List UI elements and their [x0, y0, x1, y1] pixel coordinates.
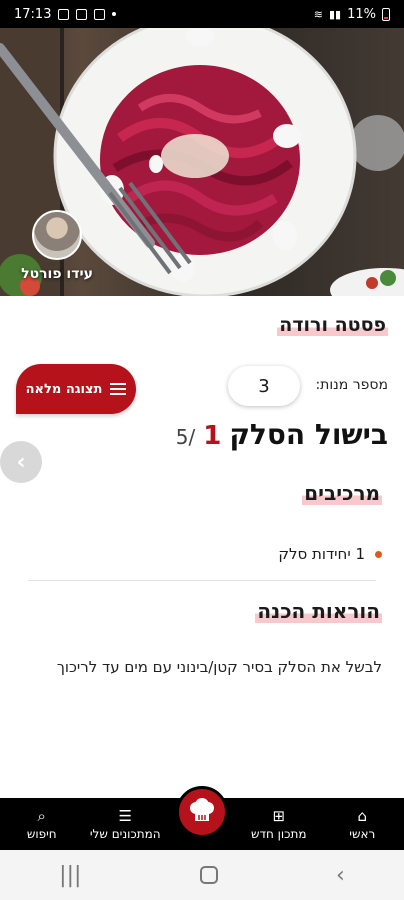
step-header: בישול הסלק 1 /5 [176, 418, 388, 451]
step-total: /5 [175, 425, 196, 449]
author-badge[interactable]: עידו פורטל [12, 210, 102, 282]
home-icon: ⌂ [357, 806, 368, 825]
previous-step-button[interactable]: ‹ [0, 441, 42, 483]
ingredients-title: מרכיבים [302, 481, 382, 505]
recipe-hero-image: עידו פורטל [0, 28, 404, 296]
signal-icon: ▮▮ [328, 7, 342, 21]
section-divider [28, 580, 376, 581]
chevron-left-icon: ‹ [16, 449, 26, 475]
search-icon: ⌕ [37, 806, 46, 825]
app-notification-icon [94, 8, 106, 20]
battery-level: 11% [347, 6, 376, 22]
nav-my-recipes[interactable]: ☰ המתכונים שלי [84, 798, 168, 850]
chef-hat-icon [190, 798, 214, 821]
system-home-icon[interactable] [199, 866, 218, 884]
ingredient-text: 1 יחידות סלק [278, 545, 365, 563]
nav-search[interactable]: ⌕ חיפוש [0, 798, 84, 850]
full-view-button[interactable]: תצוגה מלאה [16, 364, 136, 414]
ingredient-item: 1 יחידות סלק [278, 545, 382, 563]
step-current: 1 [203, 421, 222, 451]
list-icon [110, 380, 127, 398]
gallery-notification-icon [58, 8, 70, 20]
nav-search-label: חיפוש [26, 826, 57, 841]
recipe-title: פסטה ורודה [277, 314, 388, 336]
recent-apps-icon[interactable]: ||| [59, 863, 81, 888]
system-nav-bar: ||| ‹ [0, 850, 404, 900]
nav-new-recipe-label: מתכון חדש [250, 826, 307, 841]
more-notifications-icon [112, 12, 117, 16]
author-avatar[interactable] [32, 210, 82, 260]
step-title: בישול הסלק [229, 418, 388, 451]
bullet-icon [375, 550, 382, 558]
full-view-button-label: תצוגה מלאה [25, 381, 103, 397]
instructions-title: הוראות הכנה [255, 599, 382, 623]
instructions-text: לבשל את הסלק בסיר קטן/בינוני עם מים עד ל… [56, 658, 382, 676]
nav-new-recipe[interactable]: ⊞ מתכון חדש [237, 798, 321, 850]
chef-button[interactable] [176, 786, 228, 838]
servings-label: מספר מנות: [315, 377, 388, 393]
author-name[interactable]: עידו פורטל [12, 266, 102, 282]
nav-home-label: ראשי [349, 826, 376, 841]
status-time: 17:13 [14, 6, 52, 22]
wifi-icon: ≋ [313, 7, 323, 21]
nav-my-recipes-label: המתכונים שלי [89, 826, 161, 841]
nav-home[interactable]: ⌂ ראשי [321, 798, 404, 850]
battery-icon [382, 7, 390, 21]
servings-input[interactable]: 3 [228, 366, 300, 406]
system-back-icon[interactable]: ‹ [336, 863, 345, 888]
add-recipe-icon: ⊞ [272, 806, 286, 825]
mail-notification-icon [76, 8, 88, 20]
status-bar: 17:13 ≋ ▮▮ 11% [0, 0, 404, 28]
burger-icon: ☰ [118, 806, 132, 825]
